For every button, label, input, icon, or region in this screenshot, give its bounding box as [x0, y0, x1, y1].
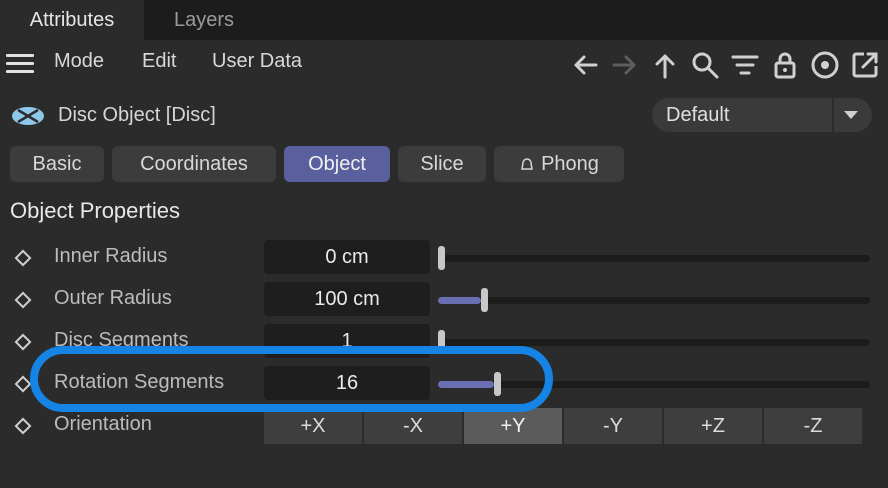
slider-handle[interactable] [438, 246, 445, 270]
keyframe-diamond-icon[interactable] [14, 249, 32, 267]
rotation-segments-slider[interactable] [438, 381, 870, 388]
panel-tab-bar: Attributes Layers [0, 0, 888, 40]
property-outer-radius: Outer Radius 100 cm [0, 282, 888, 326]
object-header: Disc Object [Disc] Default [0, 96, 888, 136]
filter-icon[interactable] [730, 50, 760, 80]
outer-radius-slider[interactable] [438, 297, 870, 304]
inner-radius-field[interactable]: 0 cm [264, 240, 430, 274]
section-title: Object Properties [10, 198, 180, 223]
toolbar: Mode Edit User Data [0, 40, 888, 86]
keyframe-diamond-icon[interactable] [14, 375, 32, 393]
menu-mode[interactable]: Mode [54, 50, 104, 73]
new-window-icon[interactable] [850, 50, 880, 80]
property-disc-segments: Disc Segments 1 [0, 324, 888, 368]
disc-segments-field[interactable]: 1 [264, 324, 430, 358]
outer-radius-field[interactable]: 100 cm [264, 282, 430, 316]
lock-icon[interactable] [770, 50, 800, 80]
tab-layers[interactable]: Layers [144, 0, 264, 40]
orientation-option-minus-y[interactable]: -Y [564, 408, 662, 444]
menu-edit[interactable]: Edit [142, 50, 176, 73]
tab-slice[interactable]: Slice [398, 146, 486, 182]
slider-handle[interactable] [494, 372, 501, 396]
tab-basic[interactable]: Basic [10, 146, 104, 182]
rotation-segments-field[interactable]: 16 [264, 366, 430, 400]
property-label: Outer Radius [54, 287, 172, 309]
orientation-button-group: +X -X +Y -Y +Z -Z [264, 408, 862, 444]
property-label: Orientation [54, 413, 152, 435]
property-inner-radius: Inner Radius 0 cm [0, 240, 888, 284]
preset-dropdown[interactable]: Default [652, 98, 872, 132]
slider-handle[interactable] [438, 330, 445, 354]
forward-arrow-icon[interactable] [610, 50, 640, 80]
keyframe-diamond-icon[interactable] [14, 291, 32, 309]
target-icon[interactable] [810, 50, 840, 80]
keyframe-diamond-icon[interactable] [14, 333, 32, 351]
property-label: Disc Segments [54, 329, 189, 351]
search-icon[interactable] [690, 50, 720, 80]
property-rotation-segments: Rotation Segments 16 [0, 366, 888, 410]
tab-attributes[interactable]: Attributes [0, 0, 144, 40]
up-arrow-icon[interactable] [650, 50, 680, 80]
preset-value: Default [666, 104, 730, 126]
menu-user-data[interactable]: User Data [212, 50, 302, 73]
orientation-option-minus-z[interactable]: -Z [764, 408, 862, 444]
tab-phong[interactable]: Phong [494, 146, 624, 182]
orientation-option-plus-x[interactable]: +X [264, 408, 362, 444]
orientation-option-minus-x[interactable]: -X [364, 408, 462, 444]
tab-phong-label: Phong [541, 153, 599, 175]
property-label: Rotation Segments [54, 371, 225, 393]
phong-icon [521, 158, 533, 170]
tab-coordinates[interactable]: Coordinates [112, 146, 276, 182]
disc-icon [12, 107, 44, 125]
keyframe-diamond-icon[interactable] [14, 417, 32, 435]
slider-handle[interactable] [481, 288, 488, 312]
object-title: Disc Object [Disc] [58, 104, 216, 126]
chevron-down-icon[interactable] [844, 111, 858, 119]
orientation-option-plus-z[interactable]: +Z [664, 408, 762, 444]
inner-radius-slider[interactable] [438, 255, 870, 262]
slider-fill [438, 297, 481, 304]
orientation-option-plus-y[interactable]: +Y [464, 408, 562, 444]
tab-object[interactable]: Object [284, 146, 390, 182]
preset-divider [832, 98, 834, 132]
hamburger-menu-icon[interactable] [6, 54, 34, 74]
back-arrow-icon[interactable] [570, 50, 600, 80]
disc-segments-slider[interactable] [438, 339, 870, 346]
slider-fill [438, 381, 494, 388]
property-orientation: Orientation +X -X +Y -Y +Z -Z [0, 408, 888, 452]
property-label: Inner Radius [54, 245, 168, 267]
